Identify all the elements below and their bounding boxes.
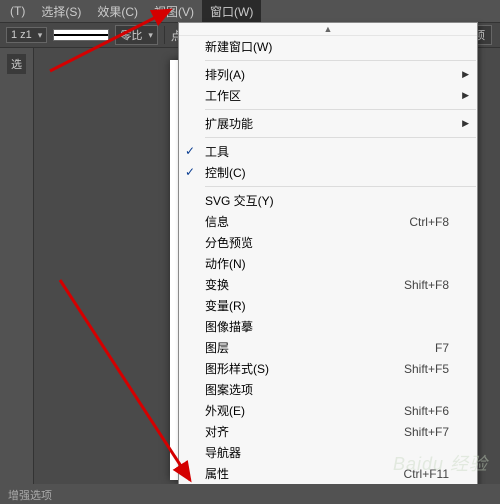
menu-effect[interactable]: 效果(C) bbox=[89, 0, 146, 23]
menu-scroll-up[interactable]: ▲ bbox=[179, 23, 477, 36]
menu-item-label: 信息 bbox=[205, 213, 229, 230]
panel-tab[interactable]: 选 bbox=[7, 54, 26, 74]
menu-item-label: 导航器 bbox=[205, 444, 241, 461]
stroke-preview[interactable] bbox=[53, 29, 109, 41]
menu-item[interactable]: ✓ 控制(C) bbox=[179, 162, 477, 183]
menu-item[interactable]: 排列(A) bbox=[179, 64, 477, 85]
menu-item-label: 对齐 bbox=[205, 423, 229, 440]
menu-item-shortcut: Shift+F5 bbox=[404, 362, 449, 376]
menu-item-label: 属性 bbox=[205, 465, 229, 482]
menu-separator bbox=[205, 109, 476, 110]
menu-item[interactable]: 图层 F7 bbox=[179, 337, 477, 358]
menu-item[interactable]: 变换 Shift+F8 bbox=[179, 274, 477, 295]
menu-item-label: SVG 交互(Y) bbox=[205, 192, 274, 209]
menu-item-label: 图案选项 bbox=[205, 381, 253, 398]
menu-item-label: 变换 bbox=[205, 276, 229, 293]
menu-item[interactable]: 图案选项 bbox=[179, 379, 477, 400]
menu-view[interactable]: 视图(V) bbox=[146, 0, 202, 23]
window-menu: ▲ 新建窗口(W) 排列(A) 工作区扩展功能 ✓ 工具 ✓ 控制(C) SVG 交互(Y) 信… bbox=[178, 22, 478, 494]
menu-item[interactable]: 信息 Ctrl+F8 bbox=[179, 211, 477, 232]
menu-separator bbox=[205, 186, 476, 187]
menu-item-label: 排列(A) bbox=[205, 66, 245, 83]
menu-item-label: 工作区 bbox=[205, 87, 241, 104]
check-icon: ✓ bbox=[185, 165, 195, 179]
menu-item[interactable]: 变量(R) bbox=[179, 295, 477, 316]
menu-window[interactable]: 窗口(W) bbox=[202, 0, 261, 23]
stroke-select[interactable]: 零比 bbox=[115, 25, 158, 45]
menu-item[interactable]: ✓ 工具 bbox=[179, 141, 477, 162]
menu-item[interactable]: 动作(N) bbox=[179, 253, 477, 274]
menu-item[interactable]: 属性 Ctrl+F11 bbox=[179, 463, 477, 484]
menu-item-shortcut: Ctrl+F8 bbox=[409, 215, 449, 229]
menu-item[interactable]: 新建窗口(W) bbox=[179, 36, 477, 57]
zoom-select[interactable]: 1 z1 bbox=[6, 27, 47, 43]
menu-item-shortcut: Ctrl+F11 bbox=[404, 467, 449, 481]
menu-item-label: 外观(E) bbox=[205, 402, 245, 419]
menu-item[interactable]: 工作区 bbox=[179, 85, 477, 106]
menu-item-label: 扩展功能 bbox=[205, 115, 253, 132]
menu-separator bbox=[205, 60, 476, 61]
menu-item-label: 变量(R) bbox=[205, 297, 246, 314]
menu-item-label: 图层 bbox=[205, 339, 229, 356]
menu-item[interactable]: 分色预览 bbox=[179, 232, 477, 253]
menu-separator bbox=[205, 137, 476, 138]
menu-item-shortcut: Shift+F6 bbox=[404, 404, 449, 418]
menu-item-label: 分色预览 bbox=[205, 234, 253, 251]
menu-item[interactable]: 对齐 Shift+F7 bbox=[179, 421, 477, 442]
status-text: 增强选项 bbox=[8, 490, 52, 502]
menu-item-label: 控制(C) bbox=[205, 164, 246, 181]
menu-text[interactable]: (T) bbox=[2, 1, 33, 21]
menu-item[interactable]: 外观(E) Shift+F6 bbox=[179, 400, 477, 421]
menubar: (T) 选择(S) 效果(C) 视图(V) 窗口(W) bbox=[0, 0, 500, 22]
menu-item[interactable]: 图像描摹 bbox=[179, 316, 477, 337]
menu-item[interactable]: 导航器 bbox=[179, 442, 477, 463]
left-panel: 选 bbox=[0, 48, 34, 484]
menu-item-shortcut: Shift+F8 bbox=[404, 278, 449, 292]
menu-item-shortcut: F7 bbox=[435, 341, 449, 355]
menu-item-shortcut: Shift+F7 bbox=[404, 425, 449, 439]
menu-select[interactable]: 选择(S) bbox=[33, 0, 89, 23]
divider bbox=[164, 26, 165, 44]
status-bar: 增强选项 bbox=[0, 484, 500, 504]
menu-item-label: 图像描摹 bbox=[205, 318, 253, 335]
menu-item[interactable]: SVG 交互(Y) bbox=[179, 190, 477, 211]
menu-item-label: 新建窗口(W) bbox=[205, 38, 272, 55]
menu-item-label: 图形样式(S) bbox=[205, 360, 269, 377]
check-icon: ✓ bbox=[185, 144, 195, 158]
menu-item-label: 动作(N) bbox=[205, 255, 246, 272]
menu-item[interactable]: 扩展功能 bbox=[179, 113, 477, 134]
menu-item[interactable]: 图形样式(S) Shift+F5 bbox=[179, 358, 477, 379]
menu-item-label: 工具 bbox=[205, 143, 229, 160]
